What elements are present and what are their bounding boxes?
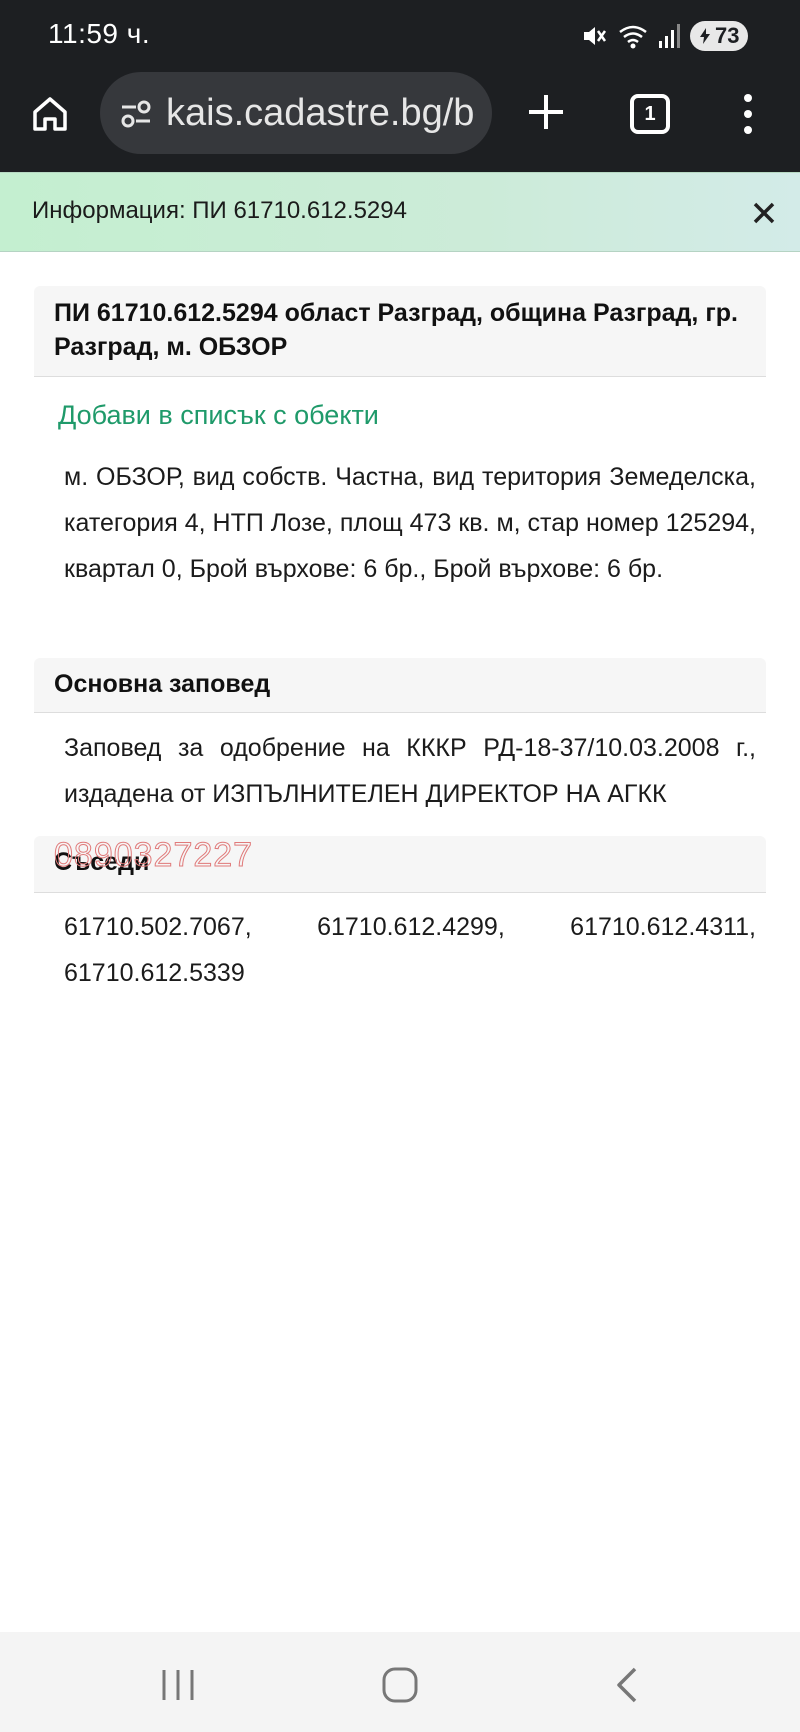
battery-level: 73 xyxy=(715,23,740,48)
browser-toolbar: kais.cadastre.bg/bg/Map 1 xyxy=(0,72,800,172)
info-bar: Информация: ПИ 61710.612.5294 xyxy=(0,172,800,252)
order-text: Заповед за одобрение на КККР РД-18-37/10… xyxy=(64,734,756,808)
tabs-icon[interactable]: 1 xyxy=(630,94,670,134)
order-panel: Основна заповед xyxy=(34,658,766,713)
url-bar[interactable]: kais.cadastre.bg/bg/Map xyxy=(100,72,492,154)
status-time: 11:59 ч. xyxy=(48,18,151,49)
mute-icon xyxy=(580,22,608,50)
property-title: ПИ 61710.612.5294 област Разград, община… xyxy=(34,286,766,377)
neighbours-list: 61710.502.7067, 61710.612.4299, 61710.61… xyxy=(64,913,756,987)
signal-icon xyxy=(658,23,680,49)
url-text: kais.cadastre.bg/bg/Map xyxy=(166,92,476,134)
info-title: Информация: ПИ 61710.612.5294 xyxy=(32,197,407,224)
new-tab-plus-icon[interactable] xyxy=(524,86,568,138)
home-icon[interactable] xyxy=(26,90,74,138)
tab-count: 1 xyxy=(644,102,656,125)
property-description: м. ОБЗОР, вид собств. Частна, вид терито… xyxy=(64,463,756,583)
system-nav-bar xyxy=(0,1632,800,1732)
battery-icon: 73 xyxy=(690,21,748,51)
site-settings-icon[interactable] xyxy=(118,96,154,132)
home-nav-icon[interactable] xyxy=(370,1662,430,1708)
neighbours-heading: Съседи xyxy=(34,836,766,893)
property-panel: ПИ 61710.612.5294 област Разград, община… xyxy=(34,286,766,377)
add-to-list-link[interactable]: Добави в списък с обекти xyxy=(58,400,379,431)
wifi-icon xyxy=(618,22,648,50)
status-icons: 73 xyxy=(580,20,748,52)
close-icon[interactable] xyxy=(748,197,780,229)
more-menu-icon[interactable] xyxy=(736,90,760,138)
order-heading: Основна заповед xyxy=(34,658,766,713)
status-bar: 11:59 ч. 73 xyxy=(0,0,800,72)
back-icon[interactable] xyxy=(596,1662,656,1708)
neighbours-panel: Съседи xyxy=(34,836,766,893)
recent-apps-icon[interactable] xyxy=(148,1662,208,1708)
